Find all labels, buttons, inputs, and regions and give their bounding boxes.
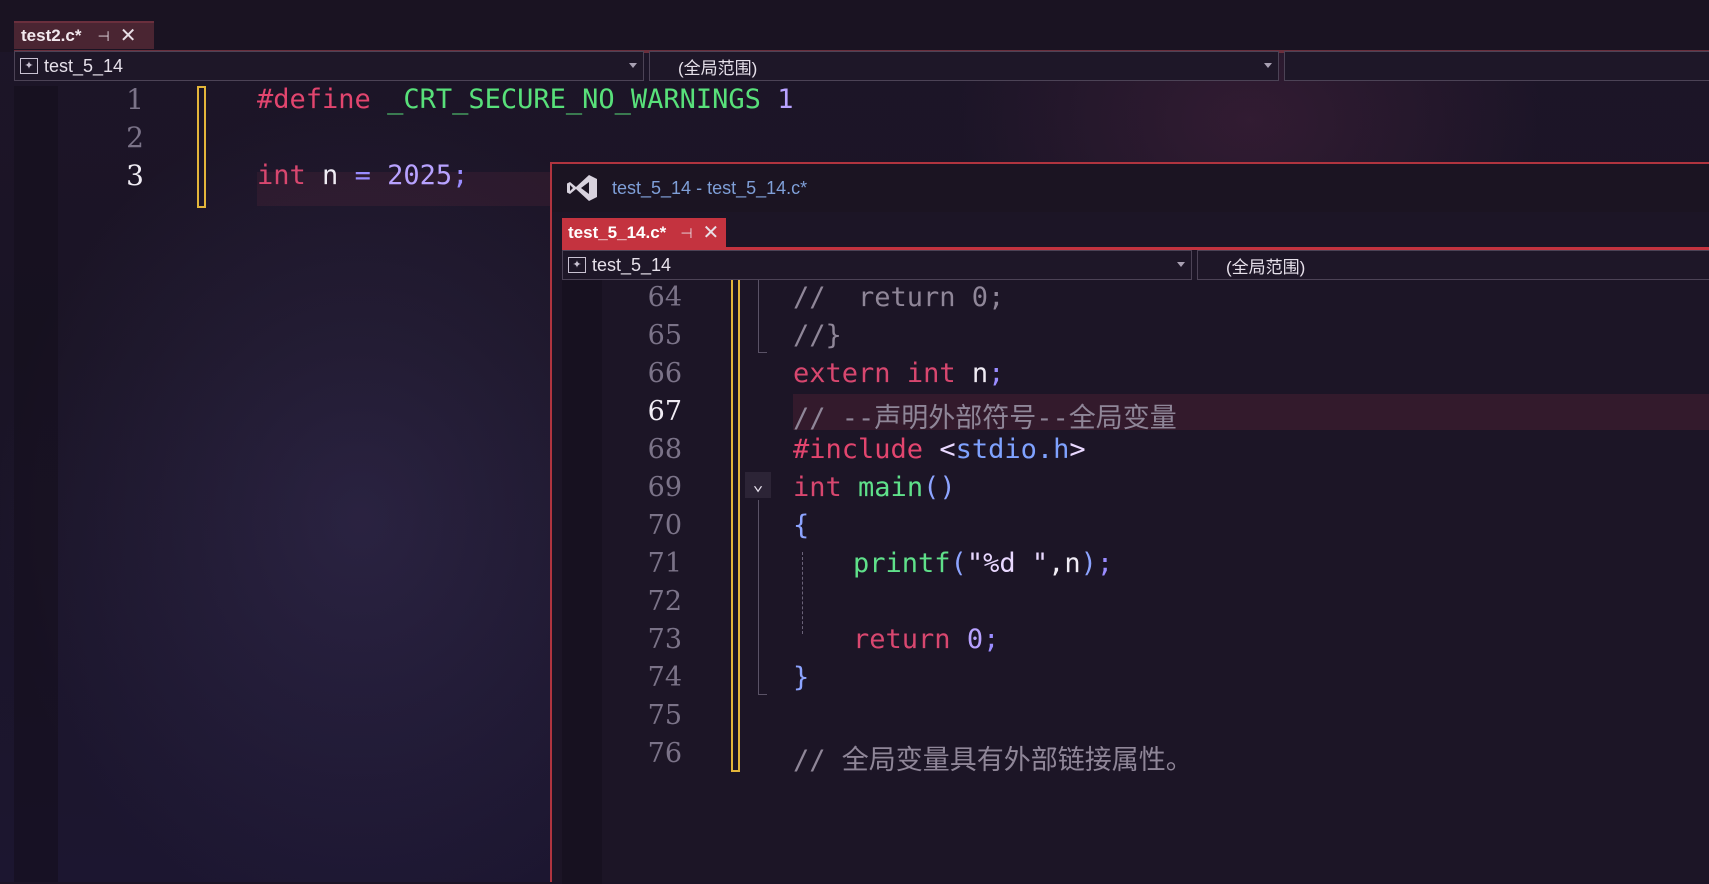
token-number: 1 — [777, 84, 794, 115]
line-number: 2 — [126, 121, 144, 154]
code-line-71: printf("%d ",n); — [853, 548, 1113, 579]
line-number: 71 — [647, 548, 682, 579]
project-icon: ✦ — [568, 257, 586, 273]
floating-editor-window[interactable]: test_5_14 - test_5_14.c* test_5_14.c* ⊣ … — [550, 162, 1709, 884]
line-number: 68 — [647, 434, 682, 465]
project-icon: ✦ — [20, 58, 38, 74]
token-keyword: return — [853, 624, 951, 655]
token-comment: //} — [793, 320, 842, 351]
scope-dropdown-value: (全局范围) — [678, 58, 758, 78]
line-number: 72 — [647, 586, 682, 617]
token-macro: _CRT_SECURE_NO_WARNINGS — [387, 84, 761, 115]
change-tracking-bar — [197, 86, 206, 208]
line-number: 64 — [647, 282, 682, 313]
change-tracking-bar — [731, 280, 740, 772]
window-title: test_5_14 - test_5_14.c* — [612, 177, 808, 198]
line-number: 65 — [647, 320, 682, 351]
token-identifier: n — [322, 160, 339, 191]
chevron-down-icon — [1264, 63, 1272, 68]
token-brace: { — [793, 510, 810, 541]
project-dropdown[interactable]: ✦ test_5_14 — [14, 51, 644, 81]
token-string: "%d " — [966, 548, 1049, 579]
scope-dropdown[interactable]: (全局范围) — [649, 51, 1279, 81]
token-punct: ; — [988, 358, 1005, 389]
chevron-down-icon[interactable]: ⌄ — [745, 472, 771, 498]
token-brace: } — [793, 662, 810, 693]
code-line-73: return 0; — [853, 624, 999, 655]
token-type: int — [793, 472, 842, 503]
token-type: int — [257, 160, 306, 191]
tab-test-5-14-c[interactable]: test_5_14.c* ⊣ ✕ — [562, 218, 726, 248]
code-editor-front[interactable]: 64 65 66 67 68 69 70 71 72 73 74 75 76 ⌄… — [562, 280, 1709, 884]
indent-guide — [802, 552, 803, 634]
pin-icon[interactable]: ⊣ — [97, 28, 109, 45]
token-punct: ; — [1096, 548, 1114, 579]
token-keyword: extern — [793, 358, 891, 389]
token-identifier: n — [971, 358, 989, 389]
close-icon[interactable]: ✕ — [703, 223, 720, 243]
code-line-66: extern int n; — [793, 358, 1004, 389]
token-bracket: < — [939, 434, 956, 465]
token-comma: , — [1048, 548, 1065, 579]
code-line-67: // --声明外部符号--全局变量 — [793, 396, 1177, 435]
token-parens: () — [923, 472, 956, 503]
code-line-76: // 全局变量具有外部链接属性。 — [793, 738, 1193, 777]
member-dropdown[interactable] — [1284, 51, 1709, 81]
tab-label: test_5_14.c* — [568, 223, 667, 242]
fold-guide-main — [758, 500, 767, 695]
token-identifier: n — [1064, 548, 1081, 579]
fold-guide-end — [758, 280, 767, 353]
token-function: main — [858, 472, 924, 503]
document-tab-strip: test2.c* ⊣ ✕ — [0, 0, 1709, 53]
project-dropdown-value: test_5_14 — [44, 55, 124, 76]
project-dropdown[interactable]: ✦ test_5_14 — [562, 250, 1192, 280]
token-function: printf — [853, 548, 951, 579]
line-number: 70 — [647, 510, 682, 541]
token-directive: #define — [257, 84, 371, 115]
token-paren: ( — [950, 548, 967, 579]
chevron-down-icon — [629, 63, 637, 68]
scope-dropdown[interactable]: (全局范围) — [1197, 250, 1709, 280]
token-operator: = — [354, 160, 371, 191]
code-line-65: //} — [793, 320, 842, 351]
close-icon[interactable]: ✕ — [120, 26, 137, 46]
token-number: 0 — [966, 624, 984, 655]
code-line-68: #include <stdio.h> — [793, 434, 1086, 465]
line-number: 66 — [647, 358, 682, 389]
token-paren: ) — [1080, 548, 1097, 579]
scope-dropdown-value: (全局范围) — [1226, 257, 1306, 277]
code-line-70: { — [793, 510, 809, 541]
line-number: 73 — [647, 624, 682, 655]
token-comment: // --声明外部符号--全局变量 — [793, 403, 1177, 434]
visual-studio-icon — [567, 175, 597, 201]
line-number: 1 — [126, 83, 144, 116]
line-number: 76 — [647, 738, 682, 769]
line-number-current: 3 — [126, 159, 144, 192]
line-number-current: 67 — [647, 396, 682, 427]
code-line-1: #define _CRT_SECURE_NO_WARNINGS 1 — [257, 84, 793, 115]
token-comment: // return 0; — [793, 282, 1005, 313]
tab-test2-c[interactable]: test2.c* ⊣ ✕ — [14, 21, 154, 49]
project-dropdown-value: test_5_14 — [592, 254, 672, 275]
token-header: stdio.h — [955, 434, 1070, 465]
token-directive: #include — [793, 434, 924, 465]
token-type: int — [906, 358, 956, 389]
token-punct: ; — [983, 624, 1000, 655]
token-number: 2025 — [387, 160, 453, 191]
code-line-3: int n = 2025; — [257, 160, 468, 191]
line-number: 69 — [647, 472, 682, 503]
pin-icon[interactable]: ⊣ — [680, 225, 692, 242]
token-punct: ; — [452, 160, 469, 191]
token-comment: // 全局变量具有外部链接属性。 — [793, 745, 1193, 776]
editor-margin — [14, 86, 58, 882]
code-line-64: // return 0; — [793, 282, 1004, 313]
code-line-69: int main() — [793, 472, 956, 503]
line-number: 74 — [647, 662, 682, 693]
token-bracket: > — [1069, 434, 1086, 465]
window-title-bar[interactable]: test_5_14 - test_5_14.c* — [552, 164, 1709, 212]
chevron-down-icon — [1177, 262, 1185, 267]
line-number: 75 — [647, 700, 682, 731]
code-line-74: } — [793, 662, 809, 693]
tab-label: test2.c* — [21, 26, 82, 45]
